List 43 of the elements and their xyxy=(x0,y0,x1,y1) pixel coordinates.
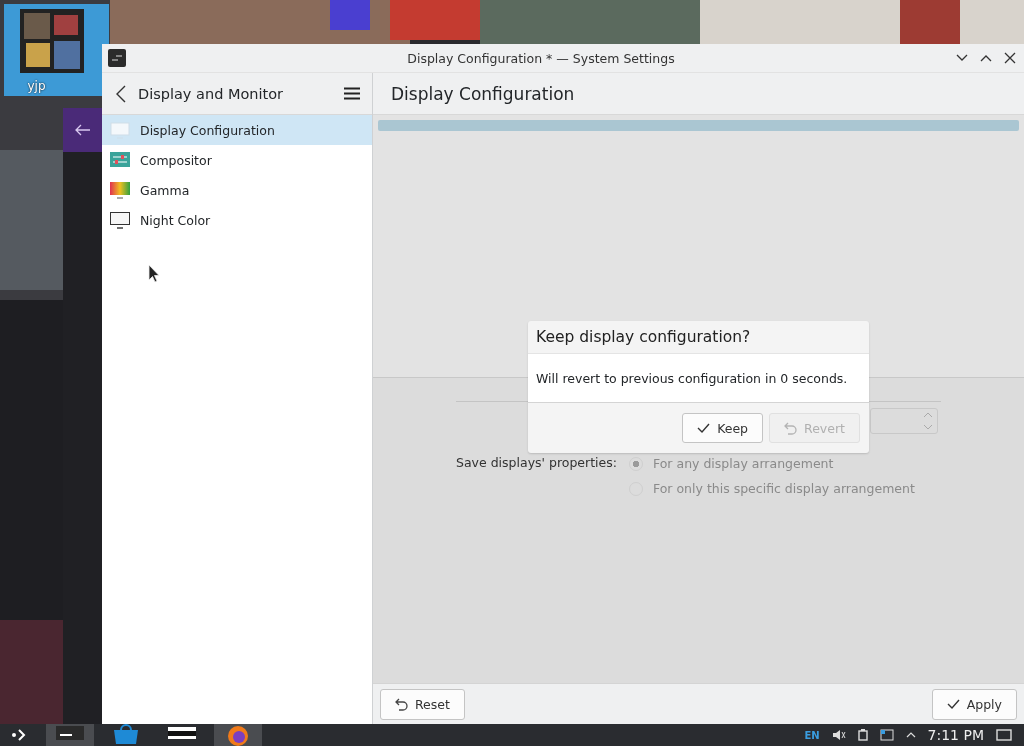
color-monitor-icon xyxy=(110,181,130,199)
task-button[interactable] xyxy=(46,724,94,746)
check-icon xyxy=(697,422,711,434)
sliders-icon xyxy=(110,151,130,169)
save-label: Save displays' properties: xyxy=(456,455,617,472)
dialog-message: Will revert to previous configuration in 0 seconds. xyxy=(528,353,869,403)
muted-speaker-icon[interactable] xyxy=(831,729,846,741)
maximize-icon[interactable] xyxy=(980,54,992,62)
sidebar-item[interactable]: Gamma xyxy=(102,175,372,205)
file-name: yjp xyxy=(27,79,46,93)
menu-icon[interactable] xyxy=(344,87,360,100)
sidebar-item[interactable]: Night Color xyxy=(102,205,372,235)
radio-button[interactable] xyxy=(628,456,643,471)
apply-button[interactable]: Apply xyxy=(931,688,1017,720)
dialog-title: Keep display configuration? xyxy=(535,327,752,348)
keyboard-layout[interactable]: EN xyxy=(804,729,820,741)
expand-tray-icon[interactable] xyxy=(905,732,916,738)
sidebar-item[interactable]: Display Configuration xyxy=(102,115,372,145)
keep-button[interactable]: Keep xyxy=(682,413,764,443)
mouse-cursor-icon xyxy=(148,264,160,283)
clock[interactable]: 7:11 PM xyxy=(927,727,984,743)
undo-icon xyxy=(395,697,408,711)
spin-arrows-icon xyxy=(923,411,933,431)
window-title: Display Configuration * — System Settings xyxy=(406,50,676,66)
network-icon[interactable] xyxy=(879,729,894,741)
sidebar-item[interactable]: Compositor xyxy=(102,145,372,175)
show-desktop-icon[interactable] xyxy=(996,729,1012,741)
check-icon xyxy=(946,698,960,710)
battery-icon[interactable] xyxy=(857,729,868,741)
image-thumbnail-icon xyxy=(19,9,84,73)
back-icon[interactable] xyxy=(116,84,126,103)
minimize-icon[interactable] xyxy=(956,54,968,62)
monitor-icon xyxy=(110,121,130,139)
reset-button[interactable]: Reset xyxy=(380,688,465,720)
page-title: Display Configuration xyxy=(391,83,575,104)
option-label: For only this specific display arrangement xyxy=(652,481,915,496)
back-arrow-icon[interactable] xyxy=(75,124,91,136)
app-icon xyxy=(108,49,126,67)
sidebar-title: Display and Monitor xyxy=(138,85,285,102)
undo-icon xyxy=(784,421,798,435)
close-icon[interactable] xyxy=(1004,52,1016,64)
option-label: For any display arrangement xyxy=(652,456,834,471)
monitor-icon xyxy=(110,211,130,229)
